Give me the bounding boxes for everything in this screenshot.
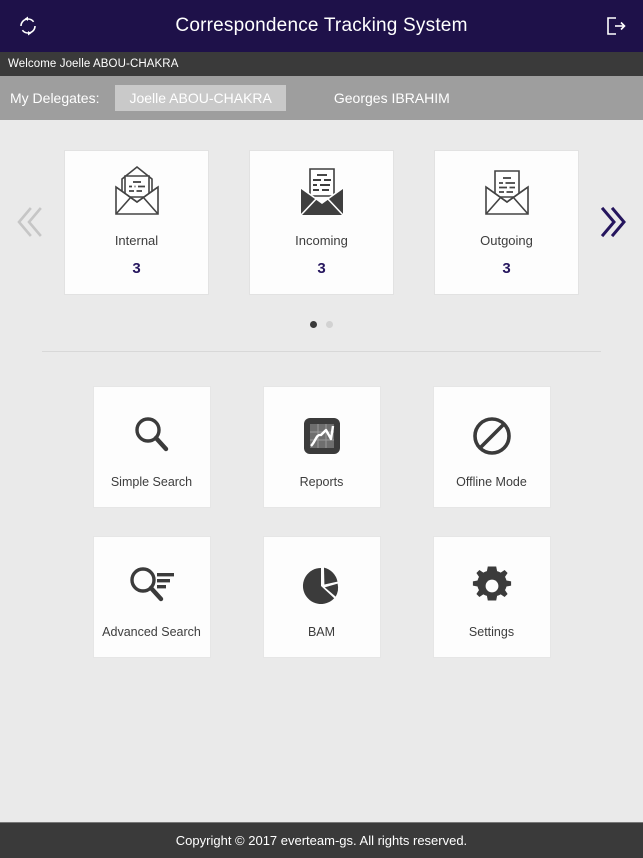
copyright-text: Copyright © 2017 everteam-gs. All rights…: [175, 833, 468, 848]
page-title: Correspondence Tracking System: [175, 15, 468, 36]
carousel-dot-2[interactable]: [326, 321, 333, 328]
double-chevron-left-icon[interactable]: [4, 194, 52, 250]
delegate-chip-selected[interactable]: Joelle ABOU-CHAKRA: [115, 85, 286, 111]
no-entry-icon: [469, 405, 515, 467]
refresh-icon[interactable]: [2, 0, 54, 52]
welcome-text: Welcome Joelle ABOU-CHAKRA: [8, 58, 179, 70]
pie-chart-icon: [299, 555, 345, 617]
stat-card-count: 3: [502, 259, 511, 277]
magnifier-lines-icon: [126, 555, 178, 617]
stat-card-count: 3: [317, 259, 326, 277]
delegates-label: My Delegates:: [10, 90, 100, 106]
correspondence-carousel: Internal 3 Incoming 3 Outgoing 3: [0, 149, 643, 295]
tile-advanced-search[interactable]: Advanced Search: [92, 536, 211, 658]
delegates-bar: My Delegates: Joelle ABOU-CHAKRA Georges…: [0, 76, 643, 120]
stat-card-count: 3: [132, 259, 141, 277]
tile-simple-search[interactable]: Simple Search: [92, 386, 211, 508]
tile-label: Settings: [468, 625, 515, 639]
chart-report-icon: [300, 405, 344, 467]
magnifier-icon: [129, 405, 175, 467]
envelope-incoming-filled-icon: [291, 151, 353, 227]
double-chevron-right-icon[interactable]: [591, 194, 639, 250]
app-footer: Copyright © 2017 everteam-gs. All rights…: [0, 822, 643, 858]
stat-card-internal[interactable]: Internal 3: [64, 149, 209, 295]
tile-reports[interactable]: Reports: [262, 386, 381, 508]
tile-label: Simple Search: [110, 475, 193, 489]
stat-card-label: Internal: [114, 232, 159, 248]
tile-offline-mode[interactable]: Offline Mode: [432, 386, 551, 508]
main-content: Internal 3 Incoming 3 Outgoing 3 Simple …: [0, 120, 643, 822]
app-header: Correspondence Tracking System: [0, 0, 643, 52]
tile-label: Reports: [299, 475, 344, 489]
tile-label: BAM: [307, 625, 336, 639]
action-grid-row: Simple Search Reports Offline Mode: [67, 386, 577, 508]
carousel-dot-1[interactable]: [310, 321, 317, 328]
tile-settings[interactable]: Settings: [432, 536, 551, 658]
carousel-pagination: [0, 321, 643, 328]
welcome-bar: Welcome Joelle ABOU-CHAKRA: [0, 52, 643, 76]
tile-label: Offline Mode: [456, 475, 527, 489]
stat-card-label: Outgoing: [480, 232, 533, 248]
action-grid: Simple Search Reports Offline Mode Advan…: [0, 386, 643, 658]
gear-icon: [469, 555, 515, 617]
stat-card-outgoing[interactable]: Outgoing 3: [434, 149, 579, 295]
app-root: Correspondence Tracking System Welcome J…: [0, 0, 643, 858]
tile-bam[interactable]: BAM: [262, 536, 381, 658]
logout-icon[interactable]: [589, 0, 641, 52]
stat-card-incoming[interactable]: Incoming 3: [249, 149, 394, 295]
envelope-outgoing-outline-icon: [476, 151, 538, 227]
tile-label: Advanced Search: [102, 625, 201, 639]
action-grid-row: Advanced Search BAM Settings: [67, 536, 577, 658]
section-divider: [42, 351, 601, 352]
stat-card-label: Incoming: [295, 232, 348, 248]
envelope-open-outline-icon: [106, 151, 168, 227]
delegate-chip[interactable]: Georges IBRAHIM: [320, 85, 464, 111]
